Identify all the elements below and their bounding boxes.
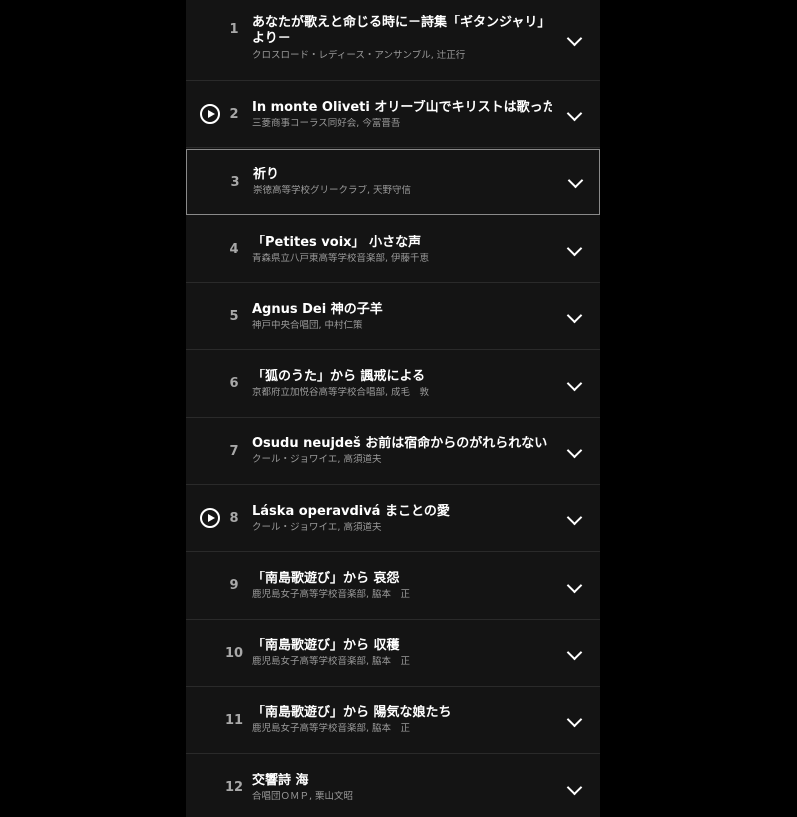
track-number: 9 [229,578,239,593]
track-row[interactable]: 1 あなたが歌えと命じる時に－詩集「ギタンジャリ」より－ クロスロード・レディー… [186,0,600,81]
track-title: In monte Oliveti オリーブ山でキリストは歌った [252,100,552,115]
track-artist: 神戸中央合唱団, 中村仁策 [252,320,363,331]
track-title: Osudu neujdeš お前は宿命からのがれられない [252,436,548,451]
track-title: 「Petites voix」 小さな声 [252,235,422,250]
track-number: 3 [230,175,240,190]
track-row[interactable]: 2 In monte Oliveti オリーブ山でキリストは歌った 三菱商事コー… [186,81,600,148]
play-circle-icon[interactable] [200,508,220,528]
track-row[interactable]: 3 祈り 崇徳高等学校グリークラブ, 天野守信 [186,149,600,215]
play-circle-icon[interactable] [200,104,220,124]
chevron-down-icon[interactable] [566,509,583,526]
track-row[interactable]: 6 「狐のうた」から 諷戒による 京都府立加悦谷高等学校合唱部, 成毛 敦 [186,350,600,418]
track-row[interactable]: 12 交響詩 海 合唱団ＯＭＰ, 栗山文昭 [186,754,600,817]
track-artist: クロスロード・レディース・アンサンブル, 辻正行 [252,50,466,61]
track-artist: 京都府立加悦谷高等学校合唱部, 成毛 敦 [252,387,430,398]
track-number: 6 [229,376,239,391]
track-number: 1 [229,22,239,37]
track-title: 祈り [253,167,280,182]
track-artist: 青森県立八戸東高等学校音楽部, 伊藤千恵 [252,253,430,264]
track-number: 10 [224,646,244,661]
track-title: 「狐のうた」から 諷戒による [252,369,426,384]
track-number: 8 [229,511,239,526]
chevron-down-icon[interactable] [566,30,583,47]
track-artist: 崇徳高等学校グリークラブ, 天野守信 [253,185,412,196]
chevron-down-icon[interactable] [566,644,583,661]
chevron-down-icon[interactable] [566,105,583,122]
chevron-down-icon[interactable] [566,307,583,324]
track-title: あなたが歌えと命じる時に－詩集「ギタンジャリ」より－ [252,15,544,46]
chevron-down-icon[interactable] [566,711,583,728]
track-row[interactable]: 5 Agnus Dei 神の子羊 神戸中央合唱団, 中村仁策 [186,283,600,350]
track-list: 1 あなたが歌えと命じる時に－詩集「ギタンジャリ」より－ クロスロード・レディー… [186,0,600,817]
track-title: 「南島歌遊び」から 哀怨 [252,571,400,586]
track-artist: クール・ジョワイエ, 高須道夫 [252,522,382,533]
track-number: 4 [229,242,239,257]
track-number: 11 [224,713,244,728]
track-number: 12 [224,780,244,795]
track-row[interactable]: 8 Láska operavdivá まことの愛 クール・ジョワイエ, 高須道夫 [186,485,600,552]
track-artist: 三菱商事コーラス同好会, 今富晋吾 [252,118,401,129]
track-title: 「南島歌遊び」から 陽気な娘たち [252,705,452,720]
track-title: 交響詩 海 [252,773,309,788]
chevron-down-icon[interactable] [566,442,583,459]
track-artist: 鹿児島女子高等学校音楽部, 脇本 正 [252,723,411,734]
track-title: Láska operavdivá まことの愛 [252,504,450,519]
track-number: 7 [229,444,239,459]
track-title: 「南島歌遊び」から 収穫 [252,638,400,653]
track-title: Agnus Dei 神の子羊 [252,302,383,317]
track-row[interactable]: 11 「南島歌遊び」から 陽気な娘たち 鹿児島女子高等学校音楽部, 脇本 正 [186,687,600,754]
track-artist: 鹿児島女子高等学校音楽部, 脇本 正 [252,589,411,600]
track-artist: 鹿児島女子高等学校音楽部, 脇本 正 [252,656,411,667]
track-row[interactable]: 9 「南島歌遊び」から 哀怨 鹿児島女子高等学校音楽部, 脇本 正 [186,552,600,620]
track-number: 5 [229,309,239,324]
track-number: 2 [229,107,239,122]
track-row[interactable]: 4 「Petites voix」 小さな声 青森県立八戸東高等学校音楽部, 伊藤… [186,215,600,283]
track-row[interactable]: 7 Osudu neujdeš お前は宿命からのがれられない クール・ジョワイエ… [186,418,600,485]
track-row[interactable]: 10 「南島歌遊び」から 収穫 鹿児島女子高等学校音楽部, 脇本 正 [186,620,600,687]
chevron-down-icon[interactable] [567,172,584,189]
track-artist: 合唱団ＯＭＰ, 栗山文昭 [252,791,354,802]
chevron-down-icon[interactable] [566,779,583,796]
chevron-down-icon[interactable] [566,375,583,392]
chevron-down-icon[interactable] [566,240,583,257]
chevron-down-icon[interactable] [566,577,583,594]
track-artist: クール・ジョワイエ, 高須道夫 [252,454,382,465]
